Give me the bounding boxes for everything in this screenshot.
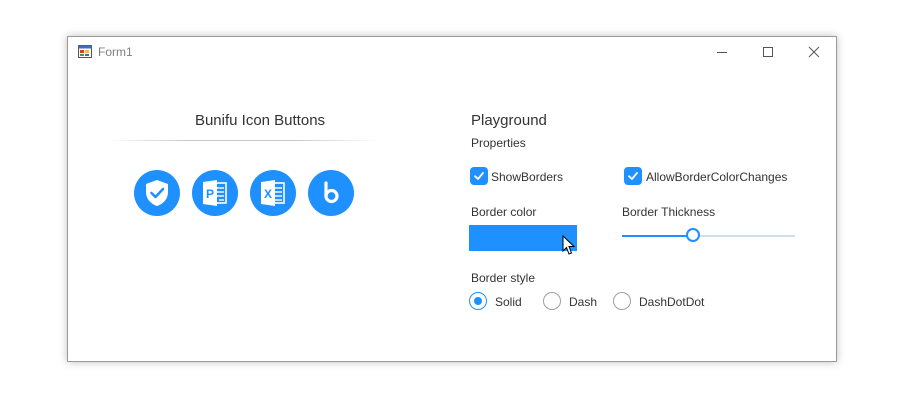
window-title: Form1 [98,45,133,59]
checkmark-icon [628,172,638,180]
svg-text:P: P [206,187,214,201]
powerpoint-icon-button[interactable]: P [192,170,238,216]
shield-check-icon [146,180,168,206]
properties-label: Properties [471,136,526,150]
close-icon [808,46,820,58]
radio-solid-label[interactable]: Solid [495,295,522,309]
icon-buttons-title: Bunifu Icon Buttons [194,112,326,129]
border-style-label: Border style [471,271,536,285]
form-window: Form1 Bunifu Icon Buttons P X Playground… [67,36,837,362]
radio-dashdotdot[interactable] [613,292,631,310]
minimize-button[interactable] [699,37,745,67]
border-color-picker[interactable] [469,225,577,251]
checkmark-icon [474,172,484,180]
title-divider [104,140,378,141]
show-borders-label[interactable]: ShowBorders [491,170,563,184]
maximize-icon [763,47,773,57]
radio-dash-label[interactable]: Dash [569,295,597,309]
slider-fill [622,235,693,237]
radio-solid[interactable] [469,292,487,310]
bunifu-logo-icon [324,181,339,204]
maximize-button[interactable] [745,37,791,67]
app-form-icon [78,45,92,58]
bunifu-icon-button[interactable] [308,170,354,216]
svg-text:X: X [264,187,272,201]
powerpoint-icon: P [203,180,227,206]
shield-icon-button[interactable] [134,170,180,216]
slider-thumb[interactable] [685,228,700,242]
radio-dashdotdot-label[interactable]: DashDotDot [639,295,704,309]
allow-border-color-changes-checkbox[interactable] [624,167,642,185]
close-button[interactable] [791,37,837,67]
playground-title: Playground [471,112,547,129]
allow-border-color-changes-label[interactable]: AllowBorderColorChanges [646,170,787,184]
radio-dash[interactable] [543,292,561,310]
radio-selected-dot [474,297,482,305]
excel-icon: X [261,180,285,206]
border-thickness-label: Border Thickness [622,205,716,219]
show-borders-checkbox[interactable] [470,167,488,185]
mouse-pointer-icon [562,235,576,255]
border-color-label: Border color [471,205,537,219]
excel-icon-button[interactable]: X [250,170,296,216]
title-bar[interactable]: Form1 [68,37,836,67]
border-thickness-slider[interactable] [622,228,795,242]
minimize-icon [717,52,727,53]
